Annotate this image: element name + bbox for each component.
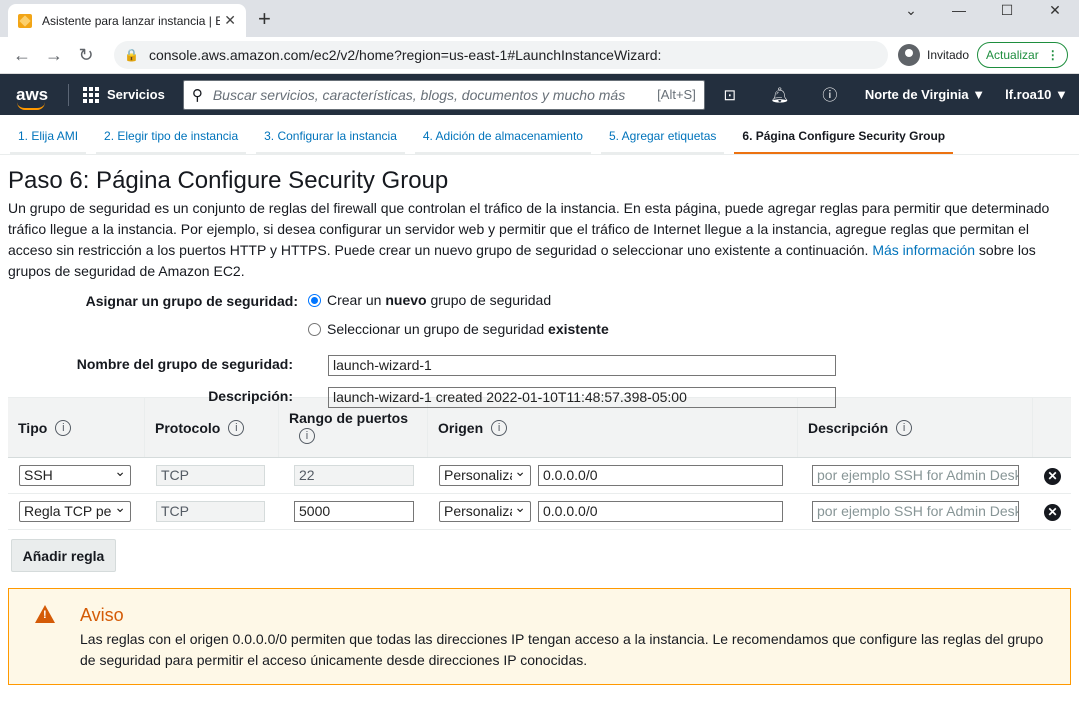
info-icon[interactable]: i <box>228 419 245 436</box>
rules-table: Tipo i Protocolo i Rango de puertos i Orige… <box>8 397 1071 530</box>
warning-icon <box>35 605 55 623</box>
back-icon[interactable]: ← <box>8 45 36 66</box>
aws-search-input[interactable]: ⚲ Buscar servicios, características, blo… <box>182 79 705 110</box>
more-vert-icon: ⋮ <box>1046 48 1059 62</box>
delete-rule-icon[interactable]: ✕ <box>1044 504 1061 521</box>
info-icon[interactable]: i <box>491 419 508 436</box>
region-selector[interactable]: Norte de Virginia ▼ <box>855 87 995 102</box>
wizard-step-5[interactable]: 5. Agregar etiquetas <box>600 129 725 154</box>
assign-label: Asignar un grupo de seguridad: <box>85 293 298 309</box>
intro-text: Un grupo de seguridad es un conjunto de … <box>8 198 1071 282</box>
tab-title: Asistente para lanzar instancia | E <box>42 13 220 28</box>
divider <box>68 83 69 106</box>
user-menu[interactable]: lf.roa10 ▼ <box>995 87 1078 102</box>
rule-row: Regla TCP pe TCP 5000 Personaliza 0.0.0.… <box>8 494 1071 530</box>
radio-new-group[interactable]: Crear un nuevo grupo de seguridad <box>308 292 551 308</box>
rule-type-select[interactable]: Regla TCP pe <box>19 501 131 522</box>
browser-tab-strip: Asistente para lanzar instancia | E ✕ + … <box>0 0 1079 37</box>
tab-search-icon[interactable]: ⌄ <box>887 0 935 20</box>
aws-favicon-icon <box>18 13 32 28</box>
help-icon[interactable]: ⓘ <box>805 84 855 105</box>
radio-new-bold: nuevo <box>385 292 427 308</box>
bell-icon[interactable]: 🔔︎ <box>755 86 805 104</box>
group-name-input[interactable]: launch-wizard-1 <box>328 355 836 376</box>
url-field[interactable]: 🔒 console.aws.amazon.com/ec2/v2/home?reg… <box>114 41 888 69</box>
avatar-icon <box>898 44 920 66</box>
radio-unselected-icon[interactable] <box>308 322 321 336</box>
forward-icon[interactable]: → <box>40 45 68 66</box>
rule-row: SSH TCP 22 Personaliza 0.0.0.0/0 por eje… <box>8 458 1071 494</box>
header-description-label: Descripción <box>808 419 889 436</box>
radio-selected-icon[interactable] <box>308 293 321 307</box>
aws-nav-bar: aws Servicios ⚲ Buscar servicios, caract… <box>0 74 1079 115</box>
warning-title: Aviso <box>80 605 124 625</box>
radio-existing-bold: existente <box>548 321 609 337</box>
update-button[interactable]: Actualizar ⋮ <box>977 42 1068 68</box>
group-description-input[interactable]: launch-wizard-1 created 2022-01-10T11:48… <box>328 387 836 408</box>
radio-existing-pre: Seleccionar un grupo de seguridad <box>327 321 545 337</box>
guest-label: Invitado <box>927 48 970 62</box>
wizard-step-1[interactable]: 1. Elija AMI <box>10 129 87 154</box>
rule-source-input[interactable]: 0.0.0.0/0 <box>538 501 783 522</box>
search-placeholder: Buscar servicios, características, blogs… <box>212 86 626 103</box>
rule-protocol: TCP <box>156 465 265 486</box>
window-controls: ⌄ — ☐ ✕ <box>887 0 1079 20</box>
info-icon[interactable]: i <box>299 428 315 444</box>
search-icon: ⚲ <box>191 86 203 104</box>
aws-logo[interactable]: aws <box>0 85 64 110</box>
name-label: Nombre del grupo de seguridad: <box>76 356 293 372</box>
browser-tab[interactable]: Asistente para lanzar instancia | E ✕ <box>8 4 246 37</box>
add-rule-button[interactable]: Añadir regla <box>11 539 116 572</box>
address-bar: ← → ↻ 🔒 console.aws.amazon.com/ec2/v2/ho… <box>0 37 1079 74</box>
cloudshell-icon[interactable]: ⊡ <box>705 86 755 104</box>
minimize-icon[interactable]: — <box>935 0 983 20</box>
radio-new-pre: Crear un <box>327 292 382 308</box>
maximize-icon[interactable]: ☐ <box>983 0 1031 20</box>
guest-profile[interactable]: Invitado <box>898 44 969 66</box>
wizard-step-3[interactable]: 3. Configurar la instancia <box>256 129 405 154</box>
wizard-step-6[interactable]: 6. Página Configure Security Group <box>734 129 954 154</box>
aws-toolbar-icons: ⊡ 🔔︎ ⓘ <box>705 84 855 105</box>
more-info-link[interactable]: Más información <box>872 242 975 258</box>
rule-source-input[interactable]: 0.0.0.0/0 <box>538 465 783 486</box>
header-port-label: Rango de puertos <box>289 410 409 426</box>
rule-source-select[interactable]: Personaliza <box>439 465 531 486</box>
warning-body: Las reglas con el origen 0.0.0.0/0 permi… <box>80 631 1044 668</box>
header-source-label: Origen <box>438 419 484 436</box>
new-tab-icon[interactable]: + <box>258 6 271 32</box>
rule-source-select[interactable]: Personaliza <box>439 501 531 522</box>
grid-icon <box>83 86 99 103</box>
services-label: Servicios <box>107 87 165 102</box>
info-icon[interactable]: i <box>55 419 72 436</box>
wizard-step-4[interactable]: 4. Adición de almacenamiento <box>414 129 591 154</box>
update-label: Actualizar <box>986 48 1039 62</box>
rule-type-select[interactable]: SSH <box>19 465 131 486</box>
radio-existing-group[interactable]: Seleccionar un grupo de seguridad existe… <box>308 321 609 337</box>
page-title: Paso 6: Página Configure Security Group <box>8 167 449 194</box>
rule-protocol: TCP <box>156 501 265 522</box>
description-label: Descripción: <box>208 388 293 404</box>
header-protocol: Protocolo i <box>145 398 279 457</box>
security-group-form: Asignar un grupo de seguridad: Crear un … <box>0 282 1079 408</box>
lock-icon[interactable]: 🔒 <box>124 48 139 62</box>
rule-port: 22 <box>294 465 414 486</box>
radio-new-post: grupo de seguridad <box>430 292 552 308</box>
rule-port-input[interactable]: 5000 <box>294 501 414 522</box>
rule-description-input[interactable]: por ejemplo SSH for Admin Desktop <box>812 501 1019 522</box>
rule-description-input[interactable]: por ejemplo SSH for Admin Desktop <box>812 465 1019 486</box>
delete-rule-icon[interactable]: ✕ <box>1044 468 1061 485</box>
header-type-label: Tipo <box>18 419 48 436</box>
header-type: Tipo i <box>8 398 145 457</box>
services-menu[interactable]: Servicios <box>73 86 175 103</box>
info-icon[interactable]: i <box>896 419 913 436</box>
wizard-step-2[interactable]: 2. Elegir tipo de instancia <box>96 129 247 154</box>
wizard-steps: 1. Elija AMI 2. Elegir tipo de instancia… <box>0 115 1079 155</box>
reload-icon[interactable]: ↻ <box>72 45 100 66</box>
search-shortcut: [Alt+S] <box>657 87 696 102</box>
warning-alert: Aviso Las reglas con el origen 0.0.0.0/0… <box>8 588 1071 685</box>
header-protocol-label: Protocolo <box>155 419 221 436</box>
url-text: console.aws.amazon.com/ec2/v2/home?regio… <box>148 47 662 63</box>
window-close-icon[interactable]: ✕ <box>1031 0 1079 20</box>
tab-close-icon[interactable]: ✕ <box>224 12 236 29</box>
